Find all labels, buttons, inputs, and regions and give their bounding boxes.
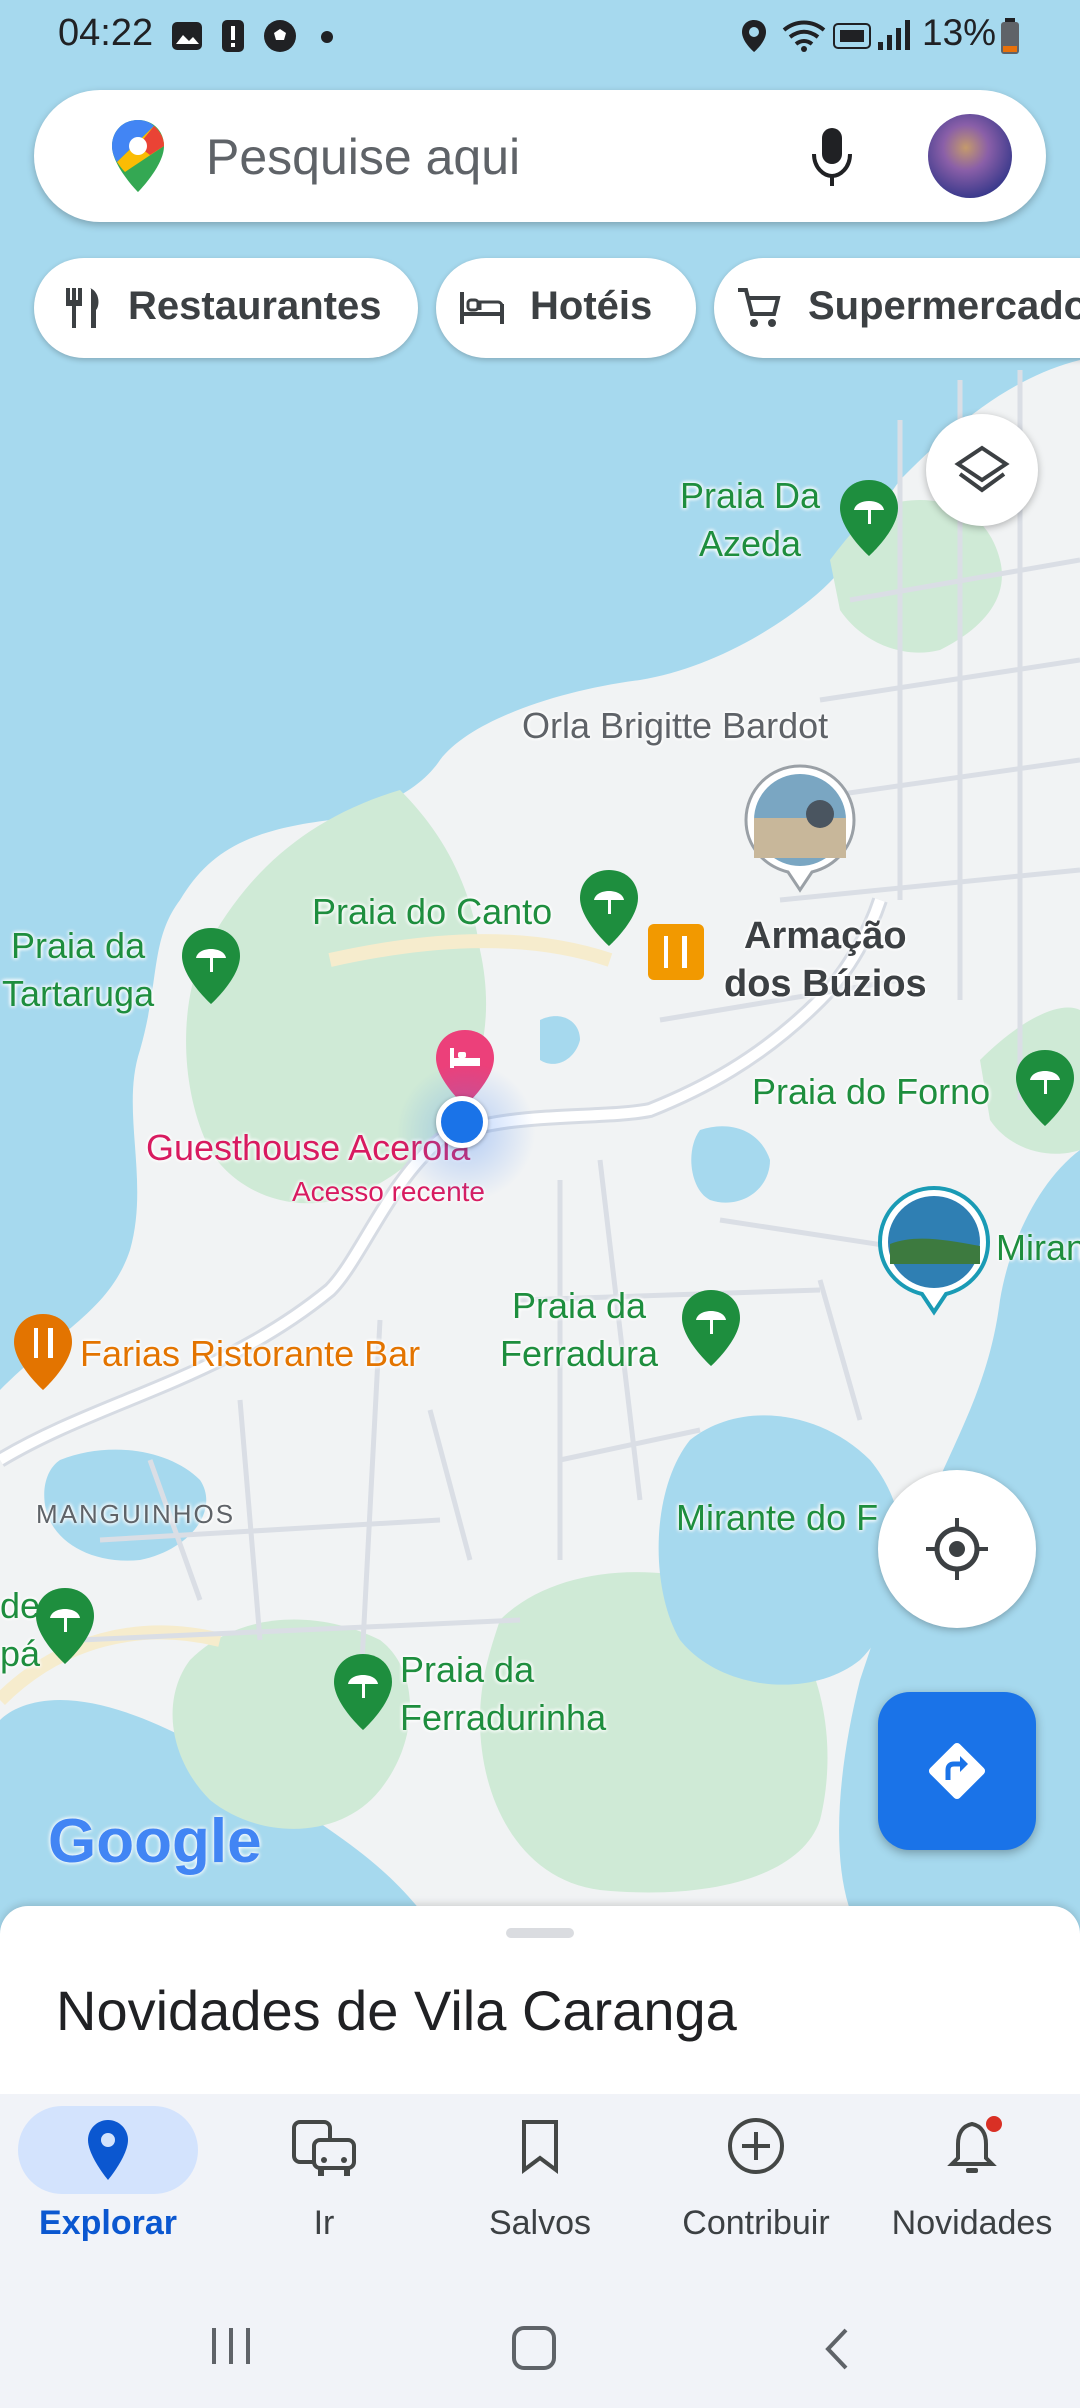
- google-logo: Google: [48, 1807, 262, 1876]
- bottom-sheet[interactable]: Novidades de Vila Caranga: [0, 1906, 1080, 2096]
- location-pin-icon: [88, 2120, 128, 2180]
- current-location-marker: [436, 1096, 488, 1148]
- nav-salvos[interactable]: Salvos: [432, 2094, 648, 2284]
- nav-explorar[interactable]: Explorar: [0, 2094, 216, 2284]
- label-mirante-do[interactable]: Mirante do F: [676, 1494, 878, 1542]
- chip-label: Hotéis: [530, 284, 653, 328]
- restaurant-pin-icon[interactable]: [646, 922, 706, 982]
- status-time: 04:22: [58, 12, 154, 54]
- home-icon[interactable]: [510, 2324, 560, 2374]
- nav-label: Ir: [313, 2204, 335, 2242]
- label-praia-da-tartaruga[interactable]: Praia da Tartaruga: [2, 922, 154, 1018]
- layers-button[interactable]: [926, 414, 1038, 526]
- layers-icon: [954, 445, 1010, 493]
- bookmark-icon: [522, 2120, 558, 2174]
- beach-pin-icon[interactable]: [180, 926, 242, 1006]
- chip-label: Restaurantes: [128, 284, 382, 328]
- back-icon[interactable]: [816, 2324, 856, 2374]
- nav-contribuir[interactable]: Contribuir: [648, 2094, 864, 2284]
- chip-hoteis[interactable]: Hotéis: [436, 258, 696, 358]
- notification-dot-icon: [321, 31, 333, 43]
- label-praia-da-azeda[interactable]: Praia Da Azeda: [680, 472, 820, 568]
- label-manguinhos: MANGUINHOS: [36, 1499, 236, 1529]
- restaurant-pin-icon[interactable]: [12, 1312, 74, 1392]
- sheet-drag-handle[interactable]: [506, 1928, 574, 1938]
- label-farias-ristorante-bar[interactable]: Farias Ristorante Bar: [80, 1330, 420, 1378]
- label-mirante-right[interactable]: Miran: [996, 1224, 1080, 1272]
- beach-pin-icon[interactable]: [1014, 1048, 1076, 1128]
- photo-pin-icon[interactable]: [876, 1184, 992, 1316]
- label-orla-brigitte-bardot[interactable]: Orla Brigitte Bardot: [522, 702, 828, 750]
- microphone-icon[interactable]: [810, 126, 854, 188]
- photo-pin-icon[interactable]: [742, 762, 858, 894]
- nav-label: Explorar: [39, 2204, 177, 2242]
- alert-icon: [222, 20, 244, 52]
- chip-label: Supermercado: [808, 284, 1080, 328]
- beach-pin-icon[interactable]: [332, 1652, 394, 1732]
- directions-icon: [928, 1742, 986, 1800]
- bottom-navigation: Explorar Ir Salvos Contribuir Novidades: [0, 2094, 1080, 2284]
- google-maps-logo-icon: [112, 120, 164, 192]
- battery-icon: [1001, 18, 1019, 54]
- avatar[interactable]: [926, 112, 1014, 200]
- directions-button[interactable]: [878, 1692, 1036, 1850]
- label-armacao-dos-buzios[interactable]: Armação dos Búzios: [724, 912, 927, 1008]
- add-circle-icon: [728, 2118, 784, 2174]
- label-praia-da-ferradurinha[interactable]: Praia da Ferradurinha: [400, 1646, 606, 1742]
- beach-pin-icon[interactable]: [578, 868, 640, 948]
- label-praia-da-ferradura[interactable]: Praia da Ferradura: [500, 1282, 658, 1378]
- signal-icon: [878, 20, 910, 50]
- nav-label: Contribuir: [682, 2204, 830, 2242]
- my-location-button[interactable]: [878, 1470, 1036, 1628]
- bed-icon: [460, 292, 504, 324]
- nav-label: Salvos: [488, 2204, 592, 2242]
- recent-apps-icon[interactable]: [206, 2324, 256, 2368]
- chip-supermercado[interactable]: Supermercado: [714, 258, 1080, 358]
- bell-icon: [947, 2116, 1002, 2173]
- volte-icon: [833, 23, 871, 49]
- search-bar[interactable]: Pesquise aqui: [34, 90, 1046, 222]
- cart-icon: [738, 288, 781, 327]
- soccer-ball-icon: [264, 20, 296, 52]
- gallery-icon: [172, 22, 202, 50]
- battery-percent: 13%: [922, 12, 997, 53]
- nav-ir[interactable]: Ir: [216, 2094, 432, 2284]
- sheet-title: Novidades de Vila Caranga: [56, 1979, 737, 2042]
- chip-restaurantes[interactable]: Restaurantes: [34, 258, 418, 358]
- fork-knife-icon: [66, 288, 99, 328]
- status-bar: 04:22 13%: [0, 0, 1080, 72]
- label-praia-do-forno[interactable]: Praia do Forno: [752, 1068, 990, 1116]
- label-praia-do-canto[interactable]: Praia do Canto: [312, 888, 552, 936]
- beach-pin-icon[interactable]: [680, 1288, 742, 1368]
- my-location-icon: [926, 1518, 988, 1580]
- search-input[interactable]: Pesquise aqui: [206, 128, 520, 186]
- system-navigation-bar: [0, 2284, 1080, 2408]
- beach-pin-icon[interactable]: [34, 1586, 96, 1666]
- commute-icon: [292, 2120, 356, 2176]
- nav-label: Novidades: [891, 2204, 1053, 2242]
- wifi-icon: [782, 20, 826, 52]
- beach-pin-icon[interactable]: [838, 478, 900, 558]
- location-status-icon: [742, 20, 766, 52]
- nav-novidades[interactable]: Novidades: [864, 2094, 1080, 2284]
